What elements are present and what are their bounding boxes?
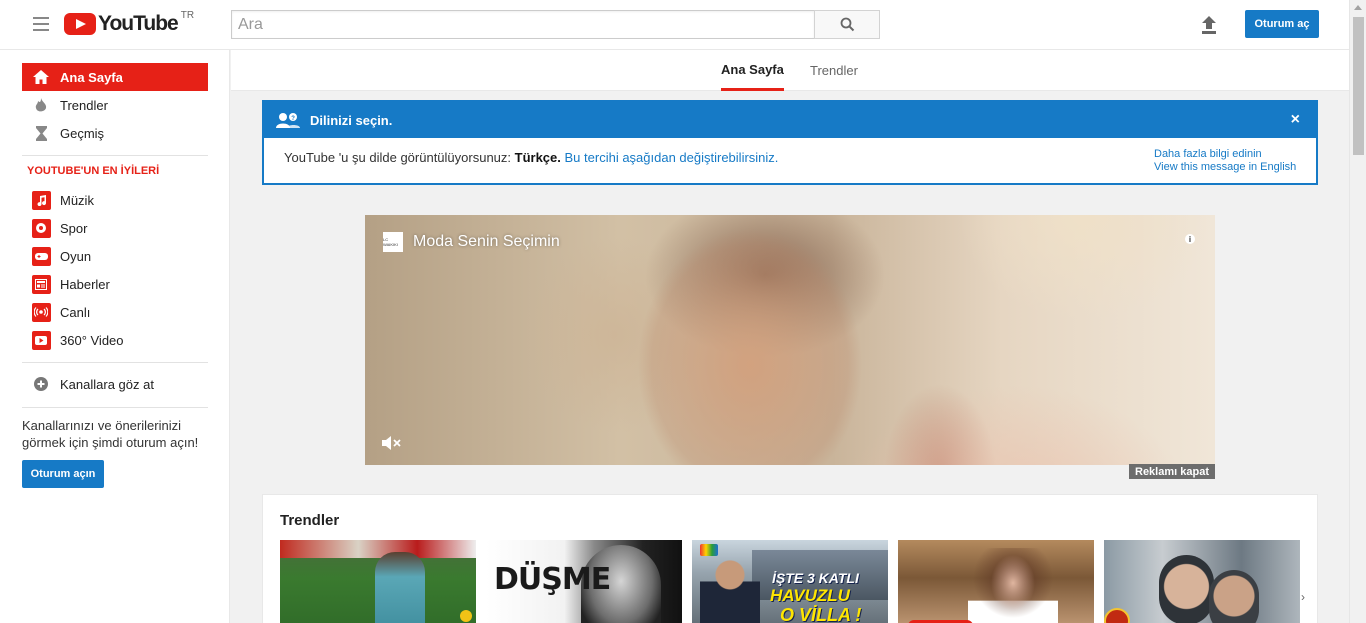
page-scrollbar[interactable] [1349, 0, 1366, 623]
sidebar-item-sports[interactable]: Spor [22, 214, 208, 242]
thumb-football[interactable] [280, 540, 476, 623]
signin-prompt: Kanallarınızı ve önerilerinizi görmek iç… [22, 418, 199, 450]
youtube-logo[interactable]: YouTube TR [64, 9, 195, 36]
scrollbar-thumb[interactable] [1353, 17, 1364, 155]
language-message-prefix: YouTube 'u şu dilde görüntülüyorsunuz: [284, 150, 512, 165]
thumb-caption: HAVUZLU [770, 586, 850, 605]
sidebar-item-label: Geçmiş [60, 125, 105, 141]
thumb-caption: O VİLLA ! [780, 605, 862, 623]
news-icon [31, 274, 51, 294]
sidebar-item-label: Ana Sayfa [60, 69, 123, 85]
current-language: Türkçe. [514, 150, 561, 165]
view-in-english-link[interactable]: View this message in English [1154, 161, 1296, 174]
sidebar-item-trending[interactable]: Trendler [22, 91, 208, 119]
menu-icon[interactable] [33, 17, 49, 31]
learn-more-link[interactable]: Daha fazla bilgi edinin [1154, 148, 1296, 161]
language-links: Daha fazla bilgi edinin View this messag… [1154, 148, 1296, 174]
sidebar-signin-button[interactable]: Oturum açın [22, 460, 104, 488]
thumb-villa[interactable]: İŞTE 3 KATLI HAVUZLU O VİLLA ! [692, 540, 888, 623]
logo-text: YouTube [98, 12, 179, 35]
country-code: TR [180, 9, 195, 21]
search-bar [231, 10, 880, 39]
signin-button[interactable]: Oturum aç [1245, 10, 1319, 38]
sidebar-item-label: Oyun [60, 248, 92, 264]
sidebar-item-label: Canlı [60, 304, 91, 320]
language-banner-title: Dilinizi seçin. [310, 112, 393, 128]
sports-icon [31, 218, 51, 238]
sidebar-item-label: 360° Video [60, 332, 124, 348]
channel-logo [700, 544, 718, 556]
thumb-two-men[interactable] [1104, 540, 1300, 623]
music-icon [31, 190, 51, 210]
thumb-dusme[interactable]: DÜŞME [486, 540, 682, 623]
shelf-title: Trendler [280, 512, 340, 529]
language-banner: ? Dilinizi seçin. × YouTube 'u şu dilde … [262, 100, 1318, 185]
language-people-icon: ? [276, 113, 300, 128]
thumb-caption: İŞTE 3 KATLI [772, 570, 859, 586]
sidebar-item-history[interactable]: Geçmiş [22, 119, 208, 147]
sidebar-section-heading: YOUTUBE'UN EN İYİLERİ [27, 165, 160, 177]
sidebar-item-home[interactable]: Ana Sayfa [22, 63, 208, 91]
sidebar-item-news[interactable]: Haberler [22, 270, 208, 298]
ad-title: Moda Senin Seçimin [413, 233, 560, 250]
video-360-icon [31, 330, 51, 350]
home-icon [33, 70, 49, 84]
masthead: YouTube TR Oturum aç [0, 0, 1349, 50]
ad-brand-logo: LC WAIKIKI [383, 232, 403, 252]
sidebar-item-label: Trendler [60, 97, 108, 113]
search-icon [840, 17, 854, 32]
masthead-ad[interactable]: LC WAIKIKI Moda Senin Seçimin i [365, 215, 1215, 465]
sidebar-item-browse-channels[interactable]: Kanallara göz at [22, 370, 208, 398]
chevron-right-icon[interactable]: › [1301, 590, 1305, 604]
channel-emblem [1104, 608, 1130, 623]
tab-trending[interactable]: Trendler [810, 50, 858, 91]
language-banner-header: ? Dilinizi seçin. [264, 102, 1316, 138]
sidebar-item-360-video[interactable]: 360° Video [22, 326, 208, 354]
youtube-play-icon [64, 13, 96, 35]
sidebar-item-label: Kanallara göz at [60, 376, 154, 392]
sidebar-item-music[interactable]: Müzik [22, 186, 208, 214]
thumb-woman[interactable] [898, 540, 1094, 623]
sidebar-item-label: Haberler [60, 276, 110, 292]
hourglass-icon [35, 125, 47, 141]
sidebar-divider [22, 155, 208, 156]
mute-icon[interactable] [382, 436, 402, 450]
info-icon[interactable]: i [1185, 234, 1195, 244]
sidebar-item-label: Müzik [60, 192, 94, 208]
sidebar-divider [22, 407, 208, 408]
feed-tabs: Ana Sayfa Trendler [231, 50, 1349, 91]
svg-text:?: ? [291, 116, 295, 122]
close-icon[interactable]: × [1291, 111, 1300, 129]
search-input[interactable] [231, 10, 814, 39]
language-message: YouTube 'u şu dilde görüntülüyorsunuz: T… [284, 150, 778, 165]
upload-icon[interactable] [1200, 15, 1218, 35]
thumb-caption: DÜŞME [494, 562, 611, 597]
gaming-icon [31, 246, 51, 266]
sidebar-item-live[interactable]: Canlı [22, 298, 208, 326]
trending-shelf: Trendler DÜŞME İŞTE 3 KATLI HAVUZLU O Vİ… [262, 494, 1318, 623]
flame-icon [35, 97, 47, 111]
sidebar: Ana Sayfa Trendler Geçmiş YOUTUBE'UN EN … [0, 50, 230, 623]
scroll-up-arrow-icon[interactable] [1354, 5, 1362, 10]
tab-home[interactable]: Ana Sayfa [721, 50, 784, 91]
sidebar-item-gaming[interactable]: Oyun [22, 242, 208, 270]
search-button[interactable] [814, 10, 880, 39]
close-ad-button[interactable]: Reklamı kapat [1129, 464, 1215, 479]
add-circle-icon [34, 377, 48, 391]
change-language-link[interactable]: Bu tercihi aşağıdan değiştirebilirsiniz. [565, 150, 779, 165]
sidebar-item-label: Spor [60, 220, 88, 236]
live-icon [31, 302, 51, 322]
sidebar-divider [22, 362, 208, 363]
